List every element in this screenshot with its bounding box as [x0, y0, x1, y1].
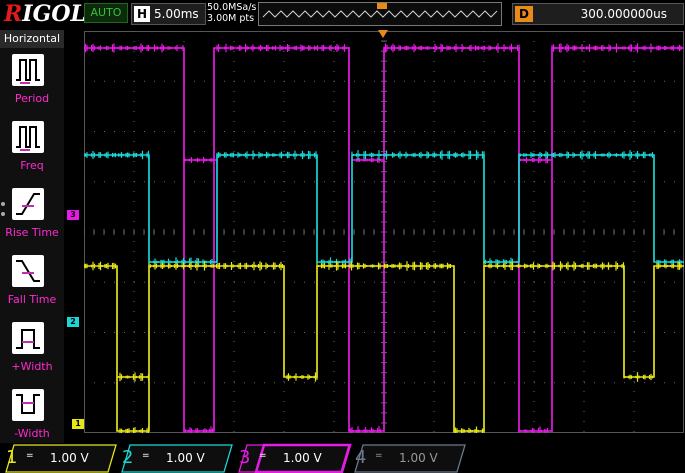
- positive-width-icon: [12, 322, 44, 354]
- trigger-position-icon[interactable]: [378, 30, 388, 38]
- channel-1-trace: [117, 373, 149, 382]
- menu-item-label: -Width: [0, 427, 64, 440]
- menu-item-freq[interactable]: Freq: [6, 121, 60, 181]
- waveform-display[interactable]: [84, 31, 684, 433]
- menu-item-rise-time[interactable]: Rise Time: [6, 188, 60, 248]
- dc-coupling-icon: =: [26, 451, 34, 461]
- negative-width-icon: [12, 389, 44, 421]
- menu-item-fall-time[interactable]: Fall Time: [6, 255, 60, 315]
- delay-label: D: [515, 6, 533, 22]
- waveforms: [84, 43, 684, 433]
- trigger-mode-badge[interactable]: AUTO: [84, 3, 128, 23]
- rigol-logo: RIGOL: [4, 1, 86, 27]
- menu-item-label: Period: [0, 92, 64, 105]
- memory-depth: 3.00M pts: [207, 13, 256, 24]
- dc-coupling-icon: =: [142, 451, 150, 461]
- delay-value: 300.000000us: [581, 4, 667, 24]
- channel-4-tab[interactable]: 4 = 1.00 V: [349, 443, 459, 473]
- memory-overview[interactable]: [258, 2, 502, 26]
- menu-title: Horizontal: [0, 30, 64, 48]
- status-bar: RIGOL AUTO H 5.00ms 50.0MSa/s 3.00M pts D…: [0, 0, 685, 30]
- menu-item-label: Freq: [0, 159, 64, 172]
- channel-3-trace: [84, 43, 684, 433]
- channel-1-tab[interactable]: 1 = 1.00 V: [0, 443, 110, 473]
- rise-time-icon: [12, 188, 44, 220]
- timebase-box[interactable]: H 5.00ms: [131, 3, 206, 25]
- memory-waveform-icon: [259, 3, 501, 25]
- page-indicator: [1, 202, 5, 222]
- channel-3-tab[interactable]: 3 = 1.00 V: [233, 443, 343, 473]
- frequency-icon: [12, 121, 44, 153]
- dc-coupling-icon: =: [375, 451, 383, 461]
- channel-bar: 1 = 1.00 V 2 = 1.00 V 3 = 1.00 V 4 = 1.0…: [0, 443, 685, 473]
- channel-2-tab[interactable]: 2 = 1.00 V: [116, 443, 226, 473]
- timebase-value: 5.00ms: [154, 7, 199, 21]
- menu-item-label: +Width: [0, 360, 64, 373]
- channel-3-trace: [184, 157, 217, 164]
- menu-item-negative-width[interactable]: -Width: [6, 389, 60, 449]
- acquisition-info: 50.0MSa/s 3.00M pts: [207, 2, 256, 24]
- channel-2-marker[interactable]: 2: [67, 317, 79, 327]
- menu-item-label: Rise Time: [0, 226, 64, 239]
- channel-3-marker[interactable]: 3: [67, 210, 79, 220]
- menu-item-positive-width[interactable]: +Width: [6, 322, 60, 382]
- menu-item-label: Fall Time: [0, 293, 64, 306]
- trigger-delay-box[interactable]: D 300.000000us: [512, 3, 684, 25]
- sample-rate: 50.0MSa/s: [207, 2, 256, 13]
- dc-coupling-icon: =: [259, 451, 267, 461]
- horizontal-menu: Horizontal Period Freq Rise Time Fall Ti…: [0, 30, 64, 443]
- fall-time-icon: [12, 255, 44, 287]
- channel-1-marker[interactable]: 1: [72, 419, 84, 429]
- horizontal-label: H: [134, 6, 150, 22]
- period-icon: [12, 54, 44, 86]
- menu-item-period[interactable]: Period: [6, 54, 60, 114]
